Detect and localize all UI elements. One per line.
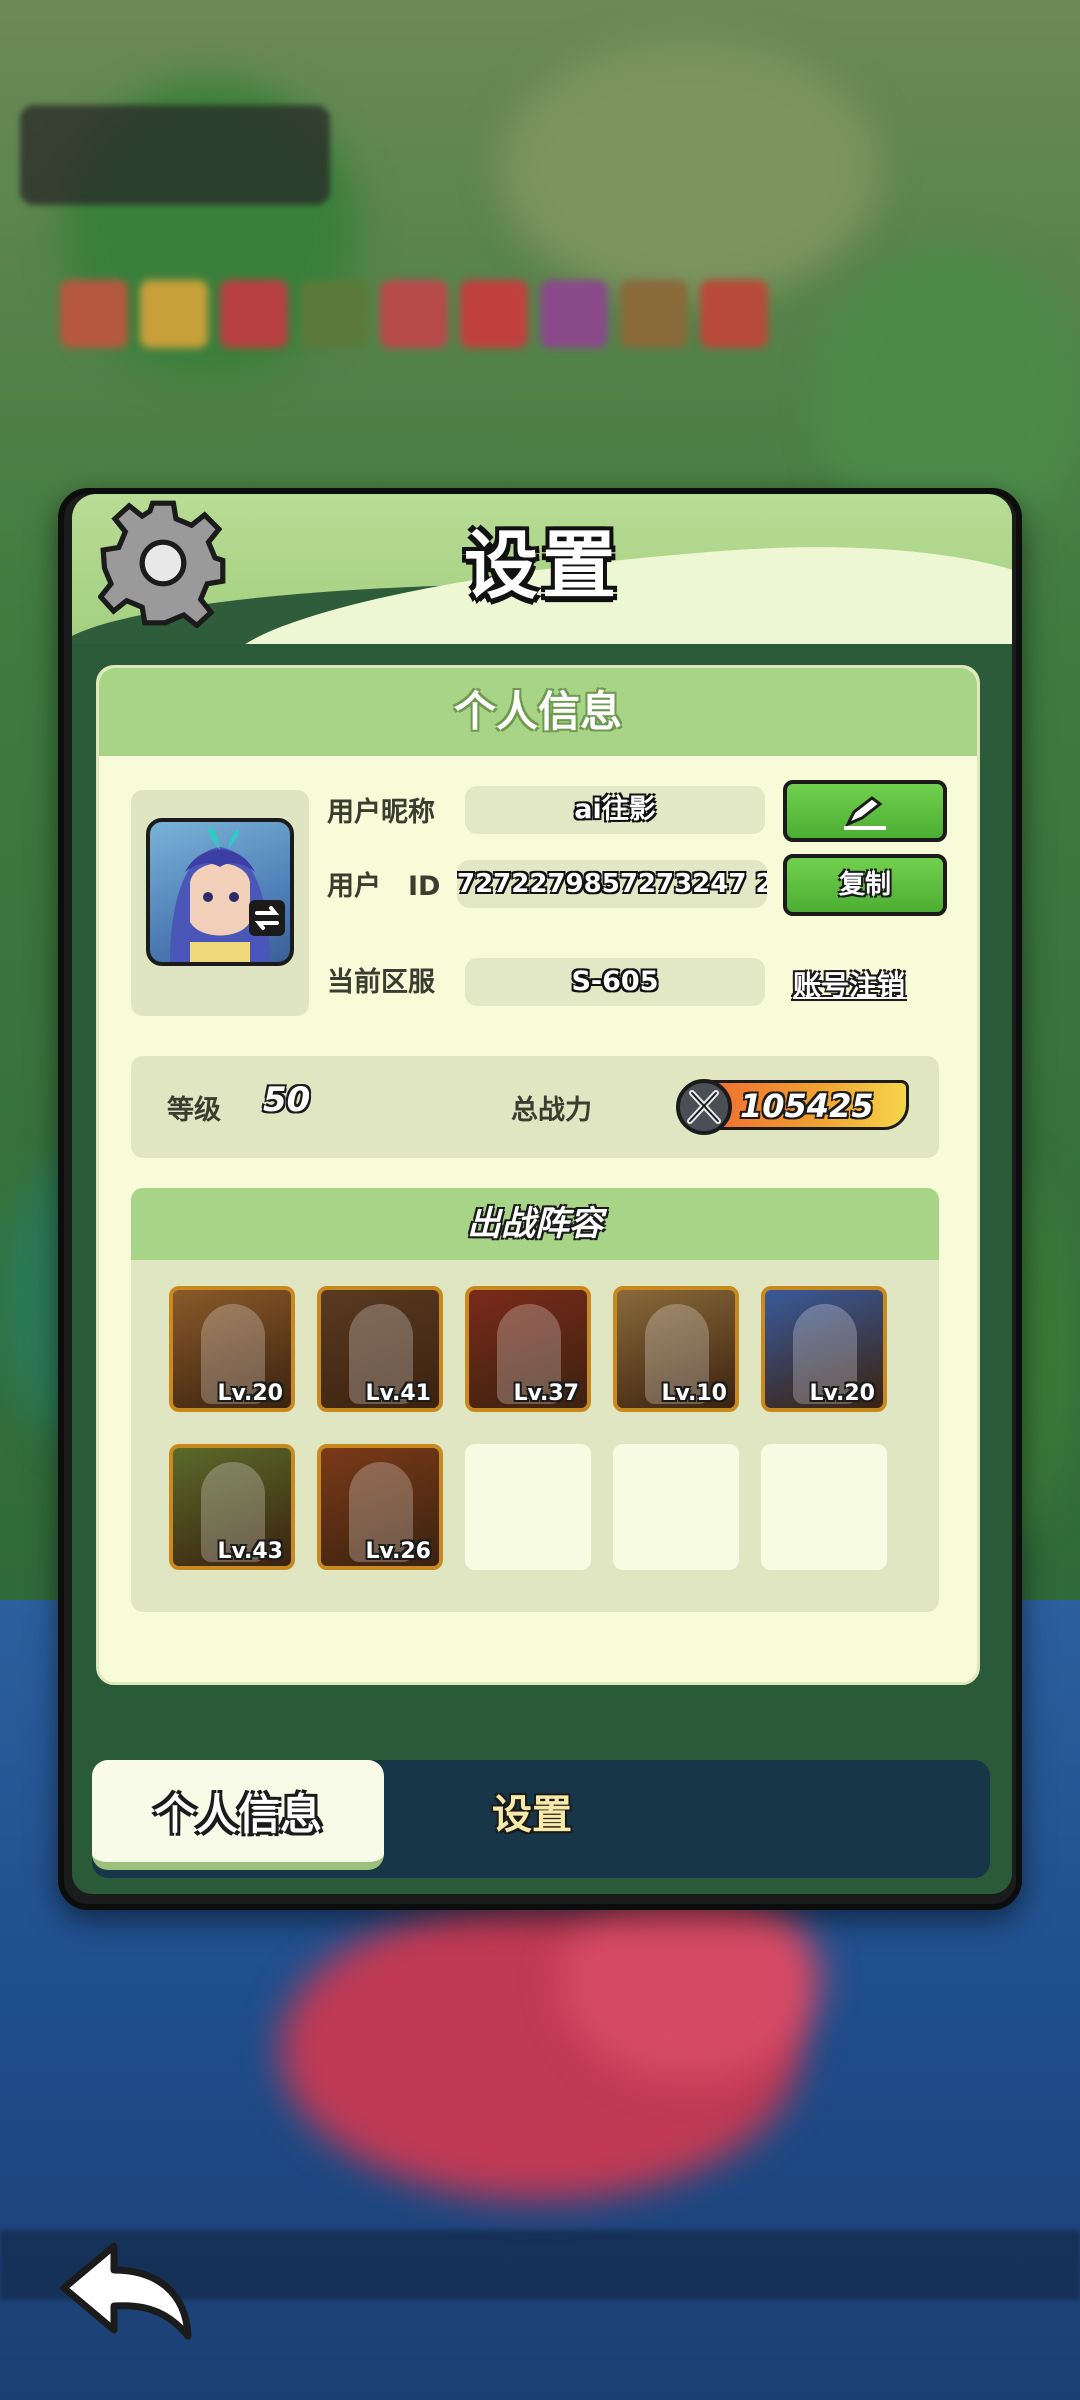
card-title: 个人信息 xyxy=(453,687,622,736)
hero-slot[interactable]: Lv.26 xyxy=(317,1444,443,1570)
avatar-box xyxy=(131,790,309,1016)
level-value: 50 xyxy=(263,1080,311,1120)
server-label: 当前区服 xyxy=(327,967,435,998)
hero-level: Lv.26 xyxy=(365,1539,431,1564)
server-value: S-605 xyxy=(465,958,765,1006)
card-header: 个人信息 xyxy=(99,668,977,756)
power-value: 105425 xyxy=(740,1087,874,1125)
hero-level: Lv.37 xyxy=(513,1381,579,1406)
avatar-portrait xyxy=(170,826,270,962)
swap-avatar-icon[interactable] xyxy=(247,898,287,938)
hero-level: Lv.10 xyxy=(661,1381,727,1406)
pencil-icon xyxy=(844,796,886,830)
hero-slot[interactable]: Lv.10 xyxy=(613,1286,739,1412)
hero-slot[interactable]: Lv.20 xyxy=(761,1286,887,1412)
copy-id-button[interactable]: 复制 xyxy=(783,854,947,916)
team-lineup-box: 出战阵容 Lv.20 Lv.41 Lv.37 Lv.10 Lv.20 Lv.43 Lv.26 xyxy=(131,1188,939,1612)
hero-slot[interactable]: Lv.41 xyxy=(317,1286,443,1412)
hero-level: Lv.43 xyxy=(217,1539,283,1564)
nickname-value: ai往影 xyxy=(465,786,765,834)
bottom-tabs: 个人信息 设置 xyxy=(92,1760,990,1878)
avatar[interactable] xyxy=(146,818,294,966)
back-arrow-icon[interactable] xyxy=(56,2236,196,2346)
user-id-label: 用户 ID xyxy=(327,871,441,902)
tab-settings[interactable]: 设置 xyxy=(412,1760,652,1870)
hero-level: Lv.20 xyxy=(217,1381,283,1406)
tab-personal-info[interactable]: 个人信息 xyxy=(92,1760,384,1870)
dialog-header: 设置 xyxy=(72,494,1012,644)
empty-hero-slot[interactable] xyxy=(465,1444,591,1570)
user-id-value: 7272279857273247 2 xyxy=(457,860,767,908)
cancel-account-link[interactable]: 账号注销 xyxy=(793,964,905,1004)
empty-hero-slot[interactable] xyxy=(613,1444,739,1570)
edit-nickname-button[interactable] xyxy=(783,780,947,842)
level-label: 等级 xyxy=(167,1095,221,1126)
nickname-label: 用户昵称 xyxy=(327,797,435,828)
personal-info-card: 个人信息 用户昵称 ai往影 用户 ID 7272279857273247 2 … xyxy=(96,665,980,1685)
empty-hero-slot[interactable] xyxy=(761,1444,887,1570)
hero-level: Lv.41 xyxy=(365,1381,431,1406)
team-header: 出战阵容 xyxy=(131,1188,939,1260)
gear-icon xyxy=(98,500,226,628)
hero-slot[interactable]: Lv.43 xyxy=(169,1444,295,1570)
power-badge: 105425 xyxy=(676,1079,909,1135)
stats-box: 等级 50 总战力 105425 xyxy=(131,1056,939,1158)
hero-level: Lv.20 xyxy=(809,1381,875,1406)
hero-slot[interactable]: Lv.37 xyxy=(465,1286,591,1412)
sword-icon xyxy=(676,1079,732,1135)
team-title: 出战阵容 xyxy=(467,1204,603,1244)
hero-slot[interactable]: Lv.20 xyxy=(169,1286,295,1412)
power-label: 总战力 xyxy=(511,1095,592,1126)
